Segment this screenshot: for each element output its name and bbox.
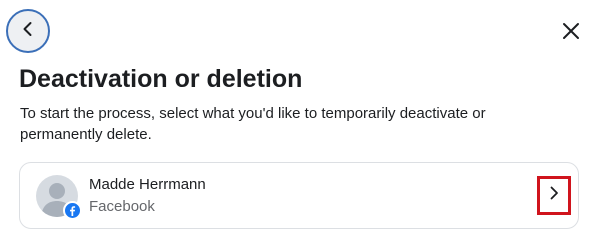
back-button[interactable]	[6, 9, 50, 53]
account-name: Madde Herrmann	[89, 176, 206, 193]
close-button[interactable]	[556, 18, 586, 48]
page-description: To start the process, select what you'd …	[20, 105, 486, 143]
account-platform: Facebook	[89, 198, 155, 215]
facebook-icon	[63, 201, 82, 220]
page-title: Deactivation or deletion	[19, 65, 303, 93]
chevron-left-icon	[20, 21, 36, 42]
open-account-button[interactable]	[537, 176, 571, 215]
chevron-right-icon	[548, 186, 560, 205]
close-icon	[562, 22, 580, 45]
account-row[interactable]: Madde Herrmann Facebook	[19, 162, 579, 229]
